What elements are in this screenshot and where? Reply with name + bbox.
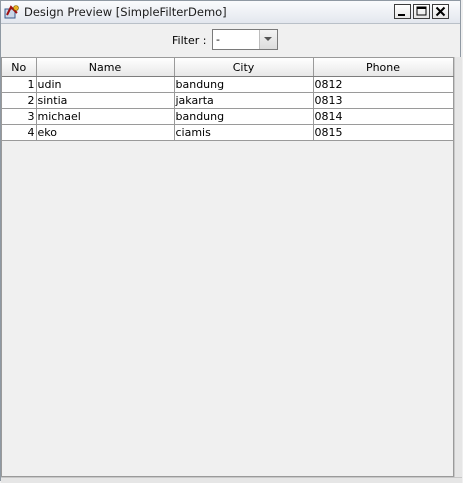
data-table: No Name City Phone 1 udin bandung 0812 2…: [2, 58, 454, 141]
table-row[interactable]: 4 eko ciamis 0815: [2, 124, 454, 141]
minimize-button[interactable]: [394, 4, 411, 19]
dropdown-arrow-button[interactable]: [259, 30, 277, 49]
filter-dropdown[interactable]: -: [212, 29, 278, 50]
cell-phone[interactable]: 0812: [313, 76, 454, 93]
cell-city[interactable]: bandung: [174, 108, 314, 125]
window-right-edge: [454, 57, 462, 477]
cell-no[interactable]: 3: [2, 108, 37, 125]
cell-no[interactable]: 2: [2, 92, 37, 109]
table-row[interactable]: 2 sintia jakarta 0813: [2, 92, 454, 109]
cell-city[interactable]: bandung: [174, 76, 314, 93]
cell-phone[interactable]: 0813: [313, 92, 454, 109]
cell-no[interactable]: 4: [2, 124, 37, 141]
table-scroll-pane[interactable]: No Name City Phone 1 udin bandung 0812 2…: [1, 57, 454, 477]
window-bottom-edge: [1, 477, 462, 483]
cell-name[interactable]: sintia: [36, 92, 175, 109]
cell-name[interactable]: udin: [36, 76, 175, 93]
app-icon: [4, 4, 20, 20]
close-icon: [435, 6, 446, 17]
column-header-no[interactable]: No: [2, 58, 37, 77]
column-header-phone[interactable]: Phone: [313, 58, 454, 77]
title-bar[interactable]: Design Preview [SimpleFilterDemo]: [1, 1, 460, 24]
table-header-row: No Name City Phone: [2, 58, 454, 77]
column-header-city[interactable]: City: [174, 58, 314, 77]
cell-city[interactable]: jakarta: [174, 92, 314, 109]
cell-city[interactable]: ciamis: [174, 124, 314, 141]
chevron-down-icon: [264, 37, 272, 41]
cell-no[interactable]: 1: [2, 76, 37, 93]
table-row[interactable]: 1 udin bandung 0812: [2, 76, 454, 93]
close-button[interactable]: [432, 4, 449, 19]
cell-phone[interactable]: 0815: [313, 124, 454, 141]
cell-name[interactable]: michael: [36, 108, 175, 125]
window-title: Design Preview [SimpleFilterDemo]: [24, 5, 227, 19]
maximize-button[interactable]: [413, 4, 430, 19]
table-row[interactable]: 3 michael bandung 0814: [2, 108, 454, 125]
filter-label: Filter :: [172, 34, 207, 47]
filter-selected-value: -: [216, 33, 220, 46]
maximize-icon: [416, 6, 427, 16]
minimize-icon: [398, 14, 405, 16]
cell-name[interactable]: eko: [36, 124, 175, 141]
app-window: Design Preview [SimpleFilterDemo] Filter…: [0, 0, 462, 483]
column-header-name[interactable]: Name: [36, 58, 175, 77]
cell-phone[interactable]: 0814: [313, 108, 454, 125]
